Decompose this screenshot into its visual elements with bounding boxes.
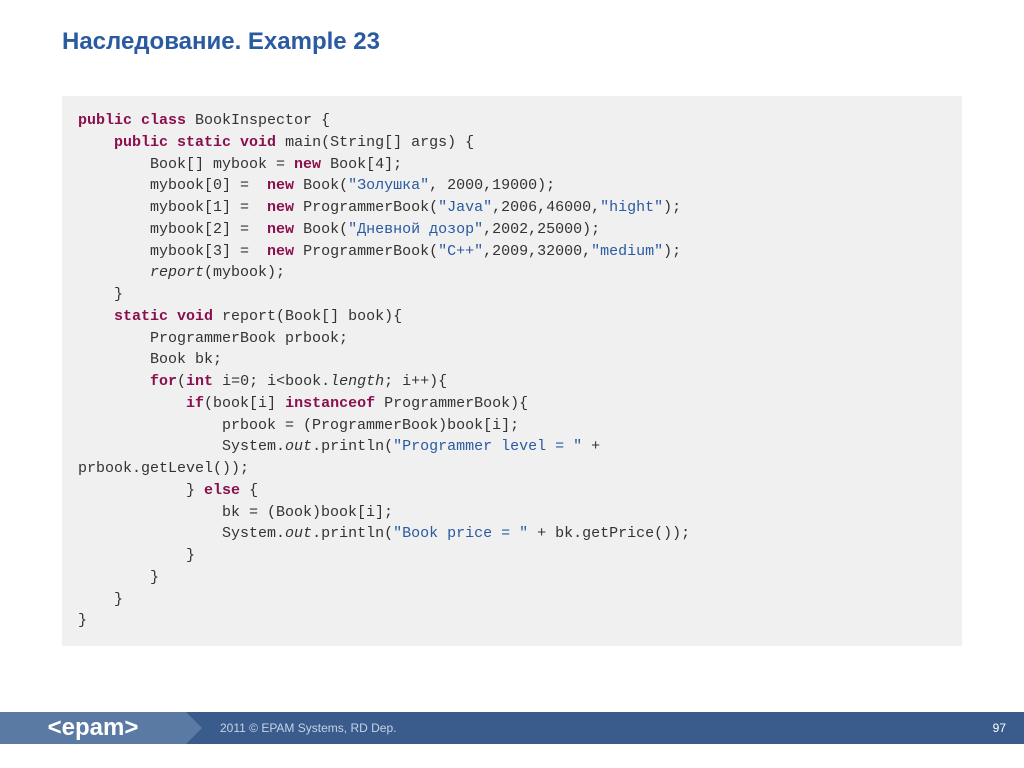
kw: if [186, 395, 204, 412]
code-text: Book[4]; [321, 156, 402, 173]
code-text: i=0; i<book. [213, 373, 330, 390]
slide: Наследование. Example 23 public class Bo… [0, 0, 1024, 768]
kw: class [132, 112, 186, 129]
code-text: ProgrammerBook( [294, 199, 438, 216]
code-text: ProgrammerBook prbook; [150, 330, 348, 347]
epam-logo: <epam> [0, 712, 186, 744]
code-text: System. [222, 525, 285, 542]
code-text: } [114, 591, 123, 608]
str: "Дневной дозор" [348, 221, 483, 238]
kw: instanceof [285, 395, 375, 412]
code-text: ProgrammerBook){ [375, 395, 528, 412]
code-text: length [330, 373, 384, 390]
kw: else [204, 482, 240, 499]
kw: static [168, 134, 231, 151]
code-text: prbook = (ProgrammerBook)book[i]; [222, 417, 519, 434]
kw: void [231, 134, 276, 151]
slide-title: Наследование. Example 23 [62, 28, 962, 56]
footer: <epam> 2011 © EPAM Systems, RD Dep. 97 [0, 712, 1024, 744]
code-text: ); [663, 243, 681, 260]
code-text: } [186, 482, 204, 499]
code-text: report(Book[] book){ [213, 308, 402, 325]
code-text: + [582, 438, 600, 455]
code-text: (mybook); [204, 264, 285, 281]
code-text: bk = (Book)book[i]; [222, 504, 393, 521]
kw: int [186, 373, 213, 390]
str: "hight" [600, 199, 663, 216]
code-text: report [150, 264, 204, 281]
code-text: ( [177, 373, 186, 390]
str: "Java" [438, 199, 492, 216]
kw: new [267, 243, 294, 260]
code-text: Book bk; [150, 351, 222, 368]
code-text: ,2002,25000); [483, 221, 600, 238]
str: "Programmer level = " [393, 438, 582, 455]
code-text: prbook.getLevel()); [78, 460, 249, 477]
code-text: mybook[0] = [150, 177, 267, 194]
kw: for [150, 373, 177, 390]
code-text: out [285, 438, 312, 455]
kw: public [78, 112, 132, 129]
code-text: .println( [312, 525, 393, 542]
code-text: mybook[2] = [150, 221, 267, 238]
str: "C++" [438, 243, 483, 260]
copyright-text: 2011 © EPAM Systems, RD Dep. [220, 721, 396, 735]
code-block: public class BookInspector { public stat… [62, 96, 962, 646]
code-text: } [150, 569, 159, 586]
code-text: + bk.getPrice()); [528, 525, 690, 542]
code-text: main(String[] args) { [276, 134, 474, 151]
code-text: } [78, 612, 87, 629]
code-text: } [114, 286, 123, 303]
code-text: BookInspector { [186, 112, 330, 129]
code-text: out [285, 525, 312, 542]
footer-bar: 2011 © EPAM Systems, RD Dep. 97 [186, 712, 1024, 744]
code-text: , 2000,19000); [429, 177, 555, 194]
kw: void [168, 308, 213, 325]
code-text: ,2009,32000, [483, 243, 591, 260]
code-text: Book( [294, 177, 348, 194]
code-text: ; i++){ [384, 373, 447, 390]
code-text: ,2006,46000, [492, 199, 600, 216]
code-text: ProgrammerBook( [294, 243, 438, 260]
code-text: (book[i] [204, 395, 285, 412]
code-text: mybook[1] = [150, 199, 267, 216]
kw: public [114, 134, 168, 151]
kw: new [267, 177, 294, 194]
code-text: { [240, 482, 258, 499]
str: "Золушка" [348, 177, 429, 194]
code-text: } [186, 547, 195, 564]
str: "Book price = " [393, 525, 528, 542]
code-text: Book( [294, 221, 348, 238]
code-text: mybook[3] = [150, 243, 267, 260]
code-text: .println( [312, 438, 393, 455]
kw: new [267, 221, 294, 238]
kw: new [294, 156, 321, 173]
code-text: ); [663, 199, 681, 216]
code-text: System. [222, 438, 285, 455]
kw: static [114, 308, 168, 325]
kw: new [267, 199, 294, 216]
str: "medium" [591, 243, 663, 260]
page-number: 97 [993, 721, 1006, 735]
code-text: Book[] mybook = [150, 156, 294, 173]
